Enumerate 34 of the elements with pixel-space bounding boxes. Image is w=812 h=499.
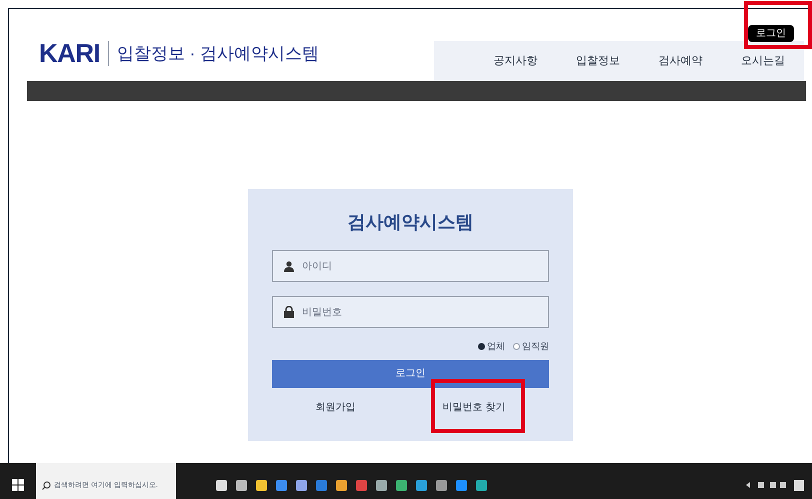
nav-link[interactable]: 오시는길 <box>740 52 785 70</box>
search-icon <box>42 481 51 490</box>
app-icon[interactable] <box>336 480 347 490</box>
highlight-box <box>744 1 812 49</box>
nav-link[interactable]: 입찰정보 <box>576 52 620 70</box>
nav-link[interactable]: 공지사항 <box>493 52 538 70</box>
top-login-button[interactable]: 로그인 <box>748 25 794 42</box>
logo[interactable]: KARI <box>39 34 100 73</box>
login-title: 검사예약시스템 <box>348 211 474 234</box>
app-icon[interactable] <box>416 480 427 490</box>
app-icon[interactable] <box>396 480 407 490</box>
radio-option[interactable]: 임직원 <box>513 340 549 354</box>
app-icon[interactable] <box>476 480 487 490</box>
radio-option[interactable]: 업체 <box>478 340 505 354</box>
app-icon[interactable] <box>256 480 267 490</box>
password-field[interactable]: 비밀번호 <box>272 296 549 328</box>
lock-icon <box>284 306 294 318</box>
app-icon[interactable] <box>216 480 227 490</box>
text-link[interactable]: 비밀번호 찾기 <box>442 400 506 414</box>
app-icon[interactable] <box>296 480 307 490</box>
app-icon[interactable] <box>456 480 467 490</box>
app-icon[interactable] <box>436 480 447 490</box>
start-icon[interactable] <box>12 479 24 491</box>
text-link[interactable]: 회원가입 <box>316 400 356 414</box>
id-field[interactable]: 아이디 <box>272 250 549 282</box>
user-icon <box>284 261 294 272</box>
nav-link[interactable]: 검사예약 <box>658 52 702 70</box>
app-icon[interactable] <box>236 480 247 490</box>
site-title: 입찰정보 · 검사예약시스템 <box>108 40 320 66</box>
app-icon[interactable] <box>276 480 287 490</box>
tray-icons[interactable] <box>746 481 786 489</box>
login-button[interactable]: 로그인 <box>272 360 549 388</box>
app-icon[interactable] <box>376 480 387 490</box>
notification-icon[interactable] <box>794 480 804 490</box>
